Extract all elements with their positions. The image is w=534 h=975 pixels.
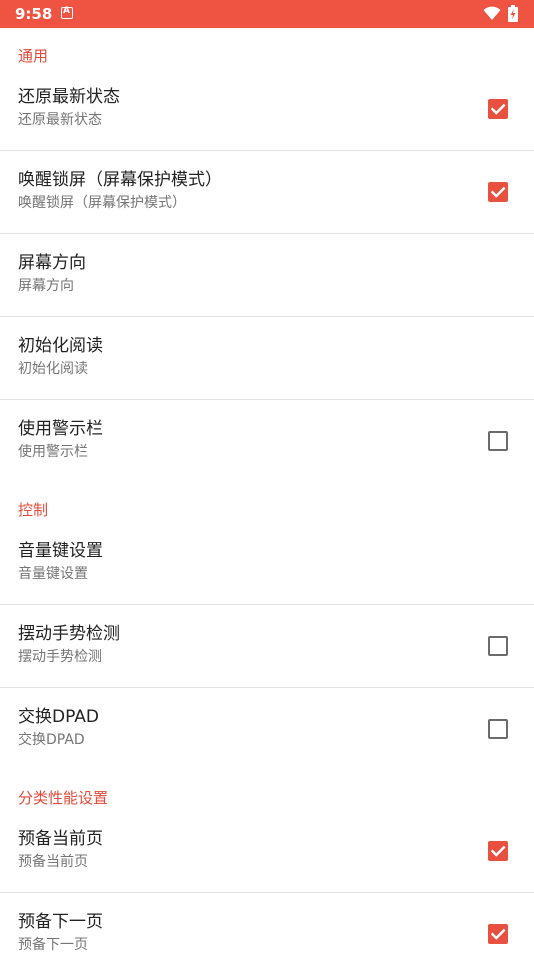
- check-icon: [490, 103, 506, 115]
- status-time: 9:58: [15, 5, 53, 23]
- preference-item[interactable]: 交换DPAD 交换DPAD: [0, 688, 534, 770]
- checkbox-unchecked[interactable]: [488, 636, 508, 656]
- battery-charging-icon: [508, 5, 518, 26]
- settings-list: 通用 还原最新状态 还原最新状态 唤醒锁屏（屏幕保护模式） 唤醒锁屏（屏幕保护模式） 屏幕…: [0, 28, 534, 975]
- preference-item[interactable]: 预备下一页 预备下一页: [0, 893, 534, 975]
- checkbox-checked[interactable]: [488, 841, 508, 861]
- preference-summary: 初始化阅读: [18, 361, 88, 377]
- category-title: 通用: [18, 47, 49, 65]
- preference-title: 初始化阅读: [18, 336, 103, 356]
- preference-summary: 预备下一页: [18, 937, 88, 953]
- status-bar: 9:58: [0, 0, 534, 28]
- preference-title: 音量键设置: [18, 541, 103, 561]
- category-header: 通用: [0, 28, 534, 68]
- preference-summary: 预备当前页: [18, 854, 88, 870]
- check-icon: [490, 928, 506, 940]
- preference-summary: 使用警示栏: [18, 444, 88, 460]
- wifi-icon: [483, 6, 501, 25]
- preference-title: 交换DPAD: [18, 707, 99, 727]
- check-icon: [490, 186, 506, 198]
- preference-item[interactable]: 屏幕方向 屏幕方向: [0, 234, 534, 317]
- checkbox-unchecked[interactable]: [488, 431, 508, 451]
- preference-title: 使用警示栏: [18, 419, 103, 439]
- preference-summary: 音量键设置: [18, 566, 88, 582]
- preference-title: 唤醒锁屏（屏幕保护模式）: [18, 170, 222, 190]
- preference-title: 还原最新状态: [18, 87, 120, 107]
- preference-summary: 还原最新状态: [18, 112, 102, 128]
- preference-summary: 摆动手势检测: [18, 649, 102, 665]
- preference-summary: 屏幕方向: [18, 278, 74, 294]
- preference-title: 预备下一页: [18, 912, 103, 932]
- checkbox-unchecked[interactable]: [488, 719, 508, 739]
- category-title: 分类性能设置: [18, 789, 109, 807]
- preference-item[interactable]: 唤醒锁屏（屏幕保护模式） 唤醒锁屏（屏幕保护模式）: [0, 151, 534, 234]
- notification-a-icon: [61, 6, 73, 19]
- preference-item[interactable]: 摆动手势检测 摆动手势检测: [0, 605, 534, 688]
- preference-item[interactable]: 预备当前页 预备当前页: [0, 810, 534, 893]
- preference-summary: 唤醒锁屏（屏幕保护模式）: [18, 195, 186, 211]
- category-title: 控制: [18, 501, 49, 519]
- preference-item[interactable]: 初始化阅读 初始化阅读: [0, 317, 534, 400]
- preference-summary: 交换DPAD: [18, 732, 85, 748]
- checkbox-checked[interactable]: [488, 924, 508, 944]
- preference-item[interactable]: 音量键设置 音量键设置: [0, 522, 534, 605]
- preference-title: 屏幕方向: [18, 253, 86, 273]
- preference-title: 摆动手势检测: [18, 624, 120, 644]
- checkbox-checked[interactable]: [488, 182, 508, 202]
- preference-item[interactable]: 使用警示栏 使用警示栏: [0, 400, 534, 482]
- preference-item[interactable]: 还原最新状态 还原最新状态: [0, 68, 534, 151]
- check-icon: [490, 845, 506, 857]
- category-header: 分类性能设置: [0, 770, 534, 810]
- preference-title: 预备当前页: [18, 829, 103, 849]
- checkbox-checked[interactable]: [488, 99, 508, 119]
- category-header: 控制: [0, 482, 534, 522]
